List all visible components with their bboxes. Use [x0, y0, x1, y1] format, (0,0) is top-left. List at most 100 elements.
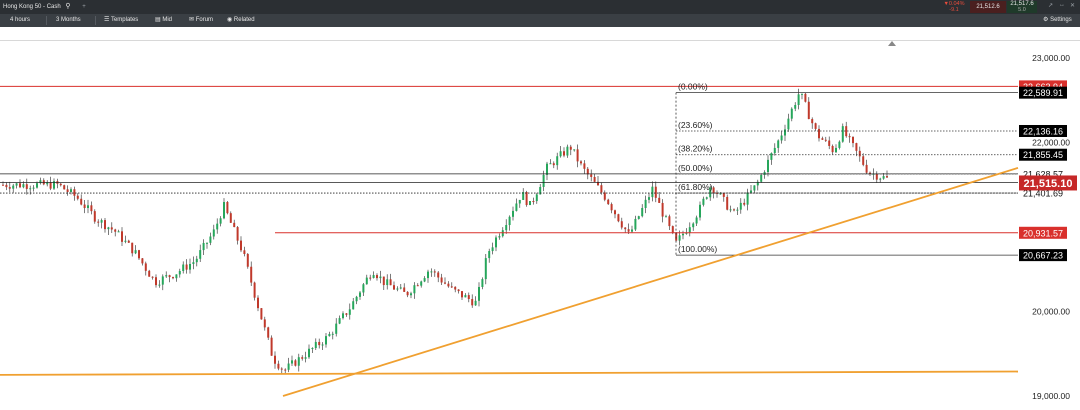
candle-body [556, 156, 559, 166]
spread: 5.0 [1018, 7, 1026, 13]
candle-body [454, 286, 457, 290]
candle-body [739, 202, 742, 210]
candle-body [80, 198, 83, 205]
interval-select[interactable]: 4 hours [10, 14, 30, 27]
candle-body [345, 313, 348, 315]
search-icon[interactable]: ⚲ [65, 3, 70, 10]
candle-body [8, 187, 11, 189]
candle-body [141, 258, 144, 264]
candle-body [532, 201, 535, 203]
candle-body [573, 149, 576, 151]
candle-body [270, 337, 273, 356]
candle-body [804, 93, 807, 102]
level-price-box: 20,931.57 [1023, 228, 1063, 238]
candle-body [535, 194, 538, 202]
fib-price-box: 21,855.45 [1023, 150, 1063, 160]
candle-body [631, 229, 633, 232]
candle-body [461, 291, 463, 298]
candle-body [610, 204, 613, 211]
candle-body [236, 227, 239, 241]
candle-body [549, 163, 552, 165]
candle-body [168, 275, 171, 278]
add-tab-icon[interactable]: + [82, 4, 86, 10]
candle-body [753, 185, 756, 191]
candle-body [138, 250, 140, 259]
sell-price-box[interactable]: 21,512.6 [970, 1, 1006, 13]
candle-body [161, 276, 164, 285]
candle-body [297, 357, 300, 366]
maximize-icon[interactable]: ↔ [1059, 2, 1065, 8]
candle-body [508, 216, 511, 226]
candle-body [406, 291, 409, 296]
candle-body [433, 271, 436, 273]
chart-canvas[interactable]: 19 Apr25 Apr3 May10 May16 May23 May30 Ma… [0, 0, 1080, 410]
candle-body [15, 183, 18, 186]
candle-body [318, 341, 321, 346]
candle-body [70, 189, 72, 192]
instrument-name: Hong Kong 50 - Cash [3, 4, 61, 10]
toolbar-divider [46, 16, 47, 25]
date-axis [0, 27, 1080, 41]
candle-body [240, 240, 242, 251]
candle-body [624, 227, 627, 230]
candle-body [831, 145, 834, 153]
candle-body [342, 313, 344, 319]
candle-body [559, 151, 562, 157]
candle-body [325, 336, 327, 345]
candle-body [569, 146, 572, 150]
range-select[interactable]: 3 Months [56, 14, 81, 27]
instrument-title[interactable]: Hong Kong 50 - Cash ⚲ + [3, 0, 86, 14]
candle-body [525, 192, 528, 206]
candle-body [25, 184, 28, 189]
candle-body [328, 333, 331, 337]
close-icon[interactable]: ✕ [1070, 2, 1075, 9]
mid-button[interactable]: ▤ Mid [155, 14, 172, 27]
candle-body [471, 299, 474, 306]
candle-body [63, 185, 66, 190]
candle-body [216, 223, 219, 230]
candle-body [546, 163, 548, 175]
settings-button[interactable]: ⚙ Settings [1043, 14, 1072, 27]
scroll-handle-icon [888, 41, 896, 46]
candle-body [478, 286, 480, 301]
candle-body [260, 308, 263, 320]
candle-body [148, 270, 151, 277]
popout-icon[interactable]: ↗ [1048, 2, 1053, 9]
candle-body [563, 151, 565, 156]
buy-price-box[interactable]: 21,517.6 5.0 [1007, 1, 1037, 13]
candle-body [206, 242, 208, 244]
related-button[interactable]: ◉ Related [227, 14, 255, 27]
forum-button[interactable]: ✉ Forum [189, 14, 213, 27]
candle-body [814, 123, 817, 129]
candle-body [76, 195, 79, 199]
candle-body [811, 119, 814, 124]
candle-body [338, 318, 341, 324]
candle-body [399, 287, 402, 289]
templates-label: Templates [110, 17, 139, 23]
candle-body [274, 355, 276, 364]
candle-body [314, 341, 317, 349]
candle-body [22, 184, 25, 188]
candle-body [746, 192, 749, 205]
candle-body [875, 173, 878, 180]
y-tick-label: 20,000.00 [1032, 307, 1070, 317]
candle-body [790, 108, 793, 119]
candle-body [379, 276, 382, 279]
candle-body [654, 186, 657, 198]
templates-button[interactable]: ☰ Templates [104, 14, 138, 27]
fib-level-label: (0.00%) [678, 82, 708, 92]
candle-body [134, 250, 137, 254]
candle-body [403, 287, 406, 292]
candle-body [107, 227, 110, 230]
candle-body [760, 174, 763, 182]
candle-body [212, 229, 215, 237]
candle-body [658, 197, 661, 203]
candle-body [369, 277, 372, 279]
candle-body [376, 275, 378, 279]
candle-body [199, 250, 202, 259]
candle-body [365, 277, 368, 285]
candle-body [382, 276, 385, 286]
candle-body [263, 319, 266, 328]
candle-body [83, 204, 86, 209]
candle-body [603, 192, 606, 200]
